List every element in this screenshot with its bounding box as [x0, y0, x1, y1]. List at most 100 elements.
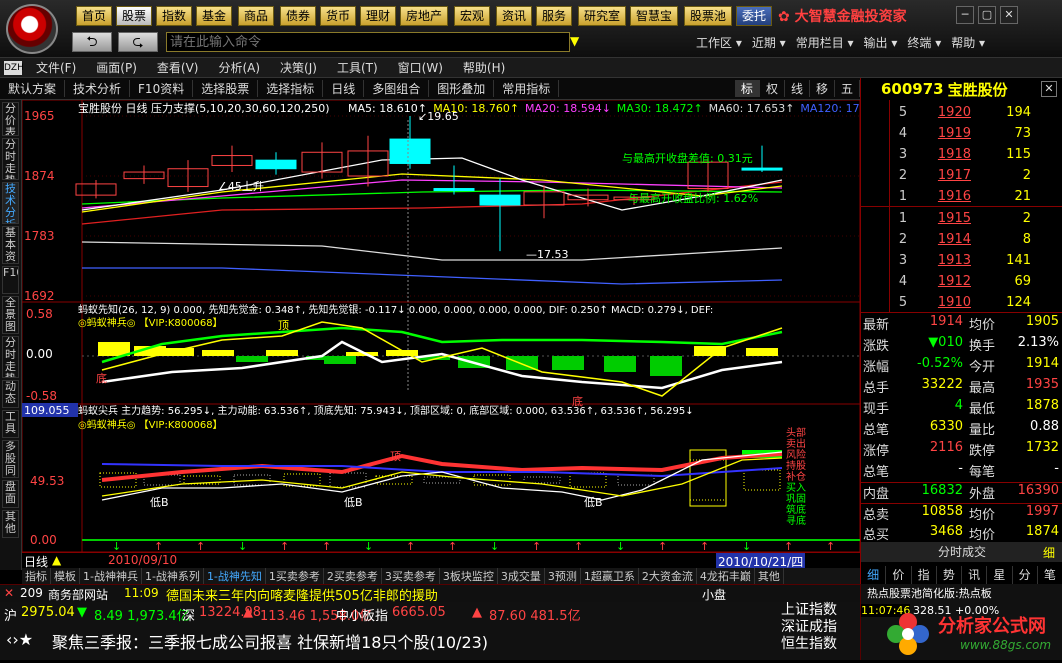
nav-13[interactable]: 智慧宝 [630, 6, 679, 26]
ticker-text[interactable]: 聚焦三季报：三季报七成公司报喜 社保新增18只个股(10/23) [52, 629, 488, 653]
index-item-0[interactable]: 上证指数 [781, 602, 857, 619]
left-tab-1[interactable]: 分时走势 [2, 138, 19, 180]
quote-tab-4[interactable]: 讯 [962, 566, 988, 584]
indicator-tab-5[interactable]: 1买卖参考 [266, 568, 324, 584]
toolbar-item-5[interactable]: 日线 [323, 80, 365, 97]
menu-item-7[interactable]: 帮助(H) [453, 59, 515, 76]
toolbar-right-0[interactable]: 标 [734, 80, 760, 97]
command-dropdown-icon[interactable]: ▼ [570, 34, 579, 48]
sell-row[interactable]: 5 1920 194 [861, 102, 1062, 123]
buy-row[interactable]: 5 1910 124 [861, 292, 1062, 313]
indicator-tab-4[interactable]: 1-战神先知 [204, 568, 266, 584]
menu-item-3[interactable]: 分析(A) [208, 59, 270, 76]
left-tab-9[interactable]: 多股同列 [2, 440, 19, 478]
nav-7[interactable]: 理财 [360, 6, 397, 26]
panel-close-icon[interactable]: ✕ [1041, 81, 1057, 97]
left-tab-2[interactable]: 技术分析 [2, 182, 19, 224]
delegate-button[interactable]: 委托 [736, 6, 773, 26]
left-tab-5[interactable]: 全景图 [2, 296, 19, 334]
rightmenu-item-4[interactable]: 终端 ▾ [907, 34, 951, 51]
rightmenu-item-0[interactable]: 工作区 ▾ [696, 34, 752, 51]
menu-item-0[interactable]: 文件(F) [26, 59, 86, 76]
indicator-tab-3[interactable]: 1-战神系列 [142, 568, 204, 584]
toolbar-item-6[interactable]: 多图组合 [364, 80, 430, 97]
nav-8[interactable]: 房地产 [400, 6, 449, 26]
index-item-1[interactable]: 深证成指 [781, 619, 857, 636]
news-site[interactable]: 商务部网站 [48, 586, 108, 602]
indicator-tab-0[interactable]: 指标 [22, 568, 51, 584]
nav-14[interactable]: 股票池 [684, 6, 733, 26]
quote-tab-7[interactable]: 笔 [1038, 566, 1062, 584]
left-tab-4[interactable]: F10 [2, 266, 19, 294]
ticker-arrows-icon[interactable]: ‹›★ [6, 630, 33, 649]
indicator-tab-14[interactable]: 其他 [755, 568, 784, 584]
rightmenu-item-1[interactable]: 近期 ▾ [752, 34, 796, 51]
maximize-icon[interactable]: ▢ [978, 6, 996, 24]
forward-button[interactable]: ⮎ [118, 32, 158, 52]
index-item-2[interactable]: 恒生指数 [781, 636, 857, 653]
close-icon[interactable]: ✕ [1000, 6, 1018, 24]
minimize-icon[interactable]: ─ [956, 6, 974, 24]
nav-6[interactable]: 货币 [320, 6, 357, 26]
quote-tab-3[interactable]: 势 [937, 566, 962, 584]
rightmenu-item-5[interactable]: 帮助 ▾ [951, 34, 995, 51]
left-tab-11[interactable]: 其他 [2, 510, 19, 538]
toolbar-item-0[interactable]: 默认方案 [0, 80, 66, 97]
fenshi-button[interactable]: 分时成交 [861, 542, 1062, 562]
nav-2[interactable]: 指数 [156, 6, 193, 26]
nav-12[interactable]: 研究室 [578, 6, 627, 26]
toolbar-item-2[interactable]: F10资料 [130, 80, 194, 97]
nav-1[interactable]: 股票 [116, 6, 153, 26]
indicator-tab-10[interactable]: 3预测 [545, 568, 581, 584]
menu-item-6[interactable]: 窗口(W) [388, 59, 453, 76]
indicator-tab-12[interactable]: 2大资金流 [639, 568, 697, 584]
quote-tab-2[interactable]: 指 [912, 566, 937, 584]
kline-chart[interactable]: 宝胜股份 日线 压力支撑(5,10,20,30,60,120,250) MA5: … [21, 99, 877, 553]
buy-row[interactable]: 4 1912 69 [861, 271, 1062, 292]
buy-row[interactable]: 1 1915 2 [861, 208, 1062, 229]
toolbar-item-1[interactable]: 技术分析 [65, 80, 131, 97]
sell-row[interactable]: 4 1919 73 [861, 123, 1062, 144]
left-tab-0[interactable]: 分价表 [2, 102, 19, 136]
toolbar-item-3[interactable]: 选择股票 [193, 80, 259, 97]
toolbar-right-3[interactable]: 移 [810, 80, 835, 97]
left-tab-3[interactable]: 基本资料 [2, 226, 19, 264]
buy-row[interactable]: 2 1914 8 [861, 229, 1062, 250]
buy-row[interactable]: 3 1913 141 [861, 250, 1062, 271]
toolbar-item-7[interactable]: 图形叠加 [429, 80, 495, 97]
detail-button[interactable]: 细 [1043, 544, 1055, 561]
toolbar-right-2[interactable]: 线 [785, 80, 810, 97]
menu-item-5[interactable]: 工具(T) [327, 59, 388, 76]
toolbar-right-1[interactable]: 权 [760, 80, 785, 97]
indicator-tab-9[interactable]: 3成交量 [498, 568, 545, 584]
menu-item-2[interactable]: 查看(V) [147, 59, 209, 76]
nav-11[interactable]: 服务 [536, 6, 573, 26]
menu-item-1[interactable]: 画面(P) [86, 59, 147, 76]
app-logo[interactable] [6, 4, 58, 54]
quote-tab-5[interactable]: 星 [987, 566, 1013, 584]
nav-3[interactable]: 基金 [196, 6, 233, 26]
indicator-tab-11[interactable]: 1超赢卫系 [581, 568, 639, 584]
indicator-tab-1[interactable]: 模板 [51, 568, 80, 584]
sell-row[interactable]: 3 1918 115 [861, 144, 1062, 165]
nav-0[interactable]: 首页 [76, 6, 113, 26]
nav-5[interactable]: 债券 [280, 6, 317, 26]
news-headline[interactable]: 德国未来三年内向喀麦隆提供505亿非郎的援助 [166, 585, 438, 602]
quote-tab-6[interactable]: 分 [1013, 566, 1038, 584]
left-tab-7[interactable]: 动态 [2, 380, 19, 408]
menu-item-4[interactable]: 决策(J) [270, 59, 327, 76]
indicator-tab-7[interactable]: 3买卖参考 [382, 568, 440, 584]
quote-tab-1[interactable]: 价 [886, 566, 912, 584]
left-tab-10[interactable]: 盘面 [2, 480, 19, 508]
nav-4[interactable]: 商品 [238, 6, 275, 26]
quote-tab-0[interactable]: 细 [861, 566, 887, 584]
nav-10[interactable]: 资讯 [496, 6, 533, 26]
rightmenu-item-3[interactable]: 输出 ▾ [864, 34, 908, 51]
left-tab-8[interactable]: 工具 [2, 410, 19, 438]
rightmenu-item-2[interactable]: 常用栏目 ▾ [796, 34, 864, 51]
indicator-tab-8[interactable]: 3板块监控 [440, 568, 498, 584]
nav-9[interactable]: 宏观 [454, 6, 491, 26]
sell-row[interactable]: 1 1916 21 [861, 186, 1062, 207]
indicator-tab-2[interactable]: 1-战神神兵 [80, 568, 142, 584]
left-tab-6[interactable]: 分时走势 [2, 336, 19, 378]
